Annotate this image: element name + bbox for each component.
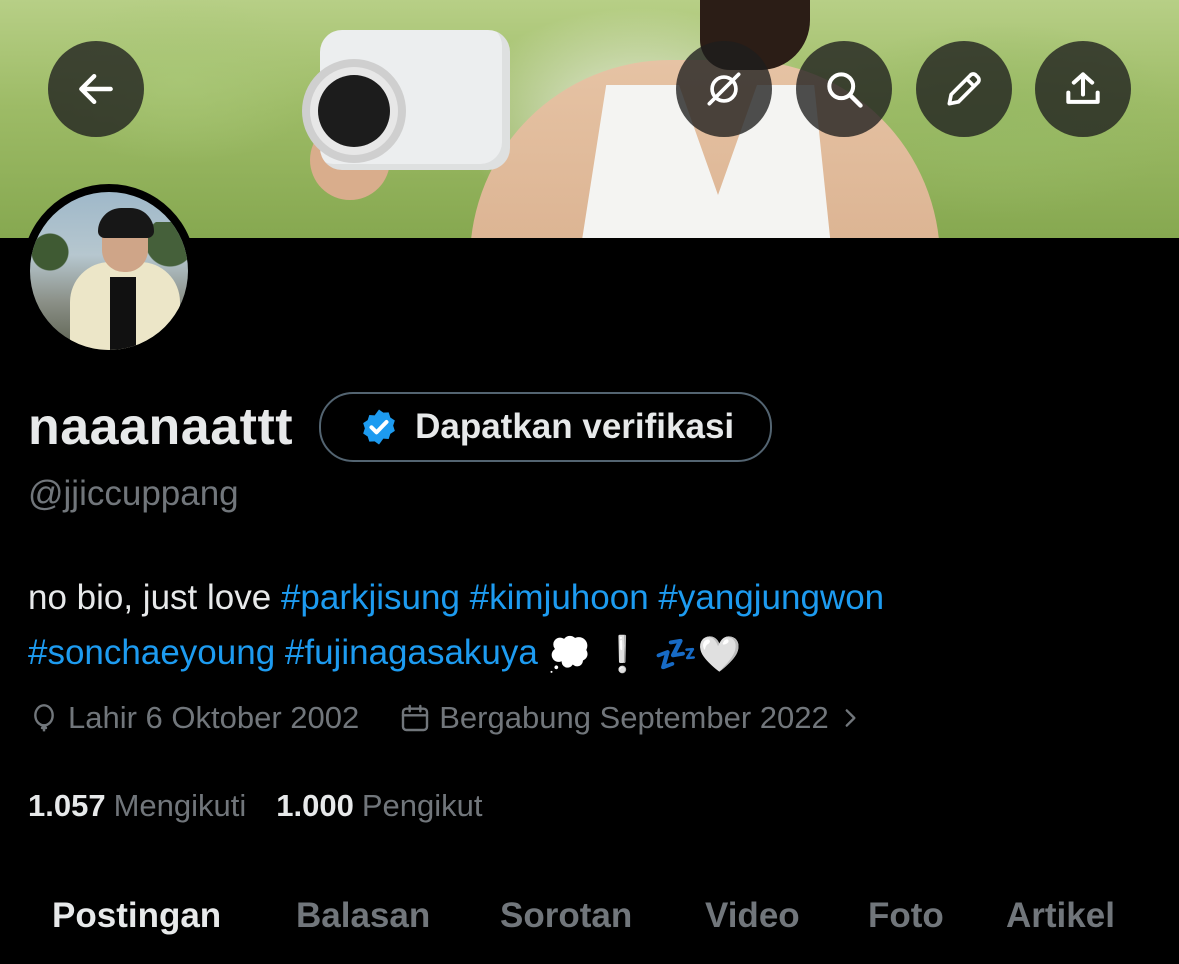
hashtag-link[interactable]: #fujinagasakuya — [285, 633, 538, 672]
tab-replies[interactable]: Balasan — [296, 896, 430, 936]
followers-count: 1.000 — [276, 788, 354, 823]
edit-button[interactable] — [916, 41, 1012, 137]
following-label: Mengikuti — [113, 788, 247, 823]
white-heart-emoji: 🤍 — [697, 635, 742, 675]
tab-posts[interactable]: Postingan — [52, 896, 221, 936]
get-verified-label: Dapatkan verifikasi — [415, 407, 735, 446]
profile-bio: no bio, just love #parkjisung #kimjuhoon… — [28, 570, 1148, 682]
birthdate-text: Lahir 6 Oktober 2002 — [68, 700, 360, 735]
display-name: naaanaattt — [28, 398, 294, 456]
followers-label: Pengikut — [361, 788, 483, 823]
hashtag-link[interactable]: #kimjuhoon — [470, 578, 649, 617]
zzz-emoji: 💤 — [654, 635, 698, 675]
bio-text: no bio, just love — [28, 578, 281, 617]
tab-highlights[interactable]: Sorotan — [500, 896, 632, 936]
joined-text: Bergabung September 2022 — [439, 700, 829, 735]
search-button[interactable] — [796, 41, 892, 137]
share-button[interactable] — [1035, 41, 1131, 137]
profile-meta: Lahir 6 Oktober 2002 Bergabung September… — [28, 700, 903, 736]
joined-item[interactable]: Bergabung September 2022 — [399, 700, 863, 736]
exclamation-emoji: ❕ — [600, 635, 645, 675]
tab-video[interactable]: Video — [705, 896, 800, 936]
profile-tabs: Postingan Balasan Sorotan Video Foto Art… — [0, 870, 1179, 964]
avatar[interactable] — [22, 184, 196, 358]
back-button[interactable] — [48, 41, 144, 137]
hashtag-link[interactable]: #parkjisung — [281, 578, 460, 617]
profile-banner[interactable] — [0, 0, 1179, 238]
follow-stats: 1.057 Mengikuti 1.000 Pengikut — [28, 788, 512, 824]
search-icon — [827, 72, 863, 108]
verified-badge-icon — [363, 409, 395, 445]
chevron-right-icon — [845, 709, 856, 727]
hashtag-link[interactable]: #sonchaeyoung — [28, 633, 275, 672]
banner-camera-lens — [318, 75, 390, 147]
share-icon — [1066, 72, 1100, 104]
pencil-icon — [947, 72, 981, 106]
followers-link[interactable]: 1.000 Pengikut — [276, 788, 482, 824]
grok-button[interactable] — [676, 41, 772, 137]
tab-photos[interactable]: Foto — [868, 896, 944, 936]
username-handle: @jjiccuppang — [28, 474, 239, 513]
name-row: naaanaattt Dapatkan verifikasi — [28, 392, 773, 462]
following-link[interactable]: 1.057 Mengikuti — [28, 788, 246, 824]
grok-icon — [707, 72, 741, 106]
thought-bubble-emoji: 💭 — [547, 635, 592, 675]
arrow-left-icon — [79, 73, 113, 105]
hashtag-link[interactable]: #yangjungwon — [658, 578, 884, 617]
get-verified-button[interactable]: Dapatkan verifikasi — [319, 392, 773, 462]
following-count: 1.057 — [28, 788, 106, 823]
tab-articles[interactable]: Artikel — [1006, 896, 1115, 936]
calendar-icon — [402, 704, 429, 732]
balloon-icon — [34, 704, 54, 732]
birthdate-item: Lahir 6 Oktober 2002 — [28, 700, 359, 736]
avatar-image — [30, 192, 188, 350]
